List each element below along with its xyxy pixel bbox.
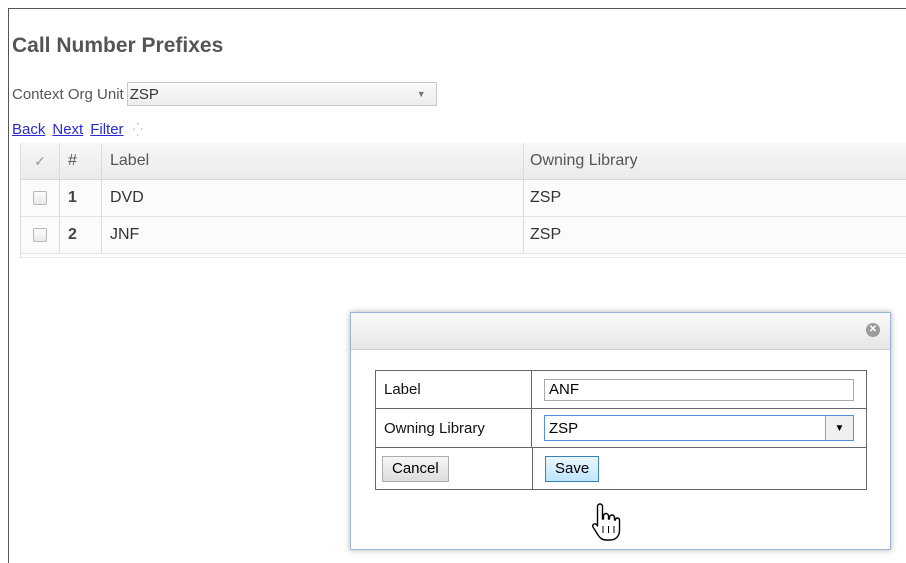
owning-library-cell: ZSP ▼ (532, 409, 866, 447)
table-row[interactable]: 2 JNF ZSP (21, 217, 906, 254)
row-owning-library: ZSP (530, 189, 562, 206)
owning-library-form-row: Owning Library ZSP ▼ (376, 409, 866, 448)
hand-cursor-icon (591, 503, 621, 541)
owning-library-value: ZSP (549, 419, 579, 437)
save-button[interactable]: Save (545, 455, 600, 482)
table-row[interactable]: 1 DVD ZSP (21, 180, 906, 217)
cancel-cell: Cancel (376, 448, 533, 489)
next-link[interactable]: Next (52, 121, 83, 138)
row-label: JNF (102, 217, 524, 253)
column-header-owning-library[interactable]: Owning Library (524, 143, 906, 179)
column-header-label[interactable]: Label (102, 143, 524, 179)
label-form-row: Label (376, 371, 866, 409)
actions-form-row: Cancel Save (376, 448, 866, 489)
pager-nav: Back Next Filter ⁛ (12, 121, 143, 138)
owning-library-field-label: Owning Library (376, 409, 532, 447)
save-cell: Save (533, 448, 866, 489)
prefix-grid: ✓ # Label Owning Library 1 DVD ZSP 2 JNF… (20, 143, 906, 258)
context-org-select[interactable]: ZSP ▼ (126, 82, 437, 106)
context-org-row: Context Org Unit ZSP ▼ (12, 82, 437, 106)
row-checkbox[interactable] (33, 191, 47, 205)
row-checkbox[interactable] (33, 228, 47, 242)
select-all-header[interactable]: ✓ (21, 143, 60, 179)
label-input[interactable] (544, 378, 854, 401)
row-checkbox-cell (21, 217, 60, 253)
row-checkbox-cell (21, 180, 60, 216)
chevron-down-icon: ▼ (416, 89, 426, 99)
row-label: DVD (102, 180, 524, 216)
edit-form: Label Owning Library ZSP ▼ Cancel Save (375, 370, 867, 490)
dialog-titlebar[interactable]: ✕ (351, 313, 890, 350)
owning-library-select[interactable]: ZSP ▼ (544, 415, 854, 441)
cancel-button[interactable]: Cancel (382, 455, 449, 482)
row-number: 2 (60, 217, 102, 253)
grid-header: ✓ # Label Owning Library (21, 143, 906, 180)
row-number: 1 (60, 180, 102, 216)
page-title: Call Number Prefixes (12, 34, 224, 57)
spinner-icon: ⁛ (132, 121, 143, 137)
back-link[interactable]: Back (12, 121, 45, 138)
checkmark-icon: ✓ (34, 152, 46, 169)
chevron-down-icon[interactable]: ▼ (825, 416, 853, 440)
filter-link[interactable]: Filter (90, 121, 123, 138)
column-header-number[interactable]: # (60, 143, 102, 179)
label-field-cell (532, 371, 866, 408)
row-owning-library: ZSP (530, 226, 562, 243)
label-field-label: Label (376, 371, 532, 408)
context-org-label: Context Org Unit (12, 85, 124, 103)
context-org-value: ZSP (129, 85, 159, 103)
close-icon[interactable]: ✕ (866, 323, 880, 337)
